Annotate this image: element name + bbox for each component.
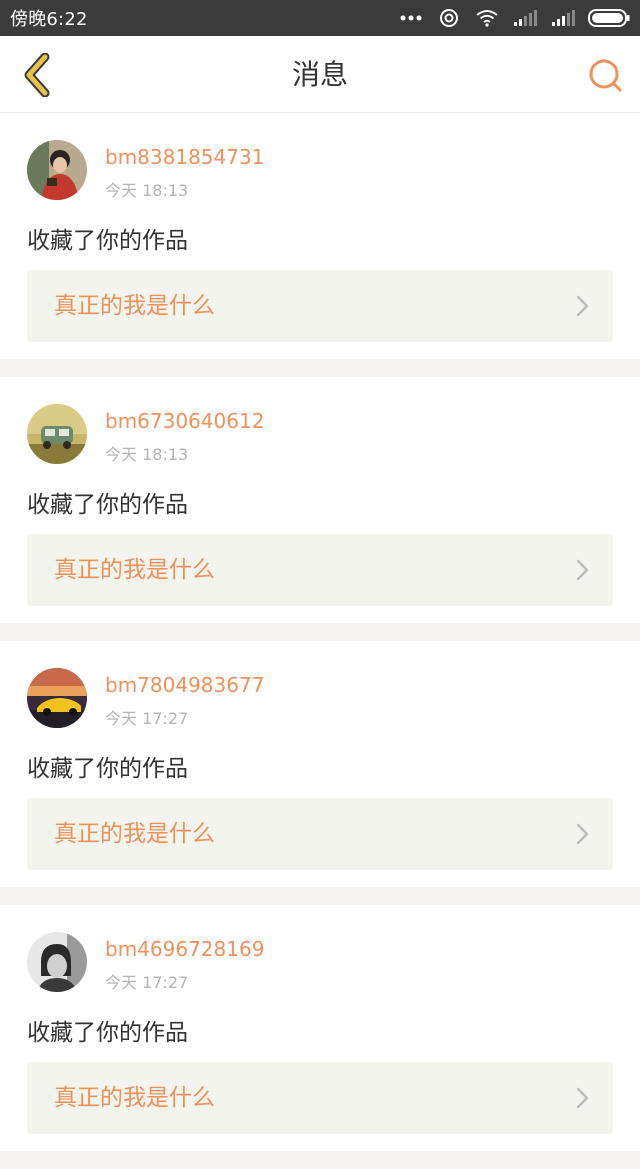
chevron-right-icon	[576, 823, 589, 845]
search-icon	[589, 59, 622, 92]
message-card: bm8381854731 今天 18:13 收藏了你的作品 真正的我是什么	[0, 113, 640, 359]
work-title: 真正的我是什么	[54, 821, 215, 847]
timestamp: 今天 17:27	[105, 709, 189, 728]
timestamp: 今天 18:13	[105, 445, 189, 464]
page-title: 消息	[291, 58, 348, 91]
avatar[interactable]	[27, 932, 87, 992]
work-link[interactable]: 真正的我是什么	[27, 798, 613, 870]
timestamp: 今天 17:27	[105, 973, 189, 992]
work-link[interactable]: 真正的我是什么	[27, 1062, 613, 1134]
wifi-icon	[474, 9, 500, 27]
action-text: 收藏了你的作品	[27, 756, 188, 782]
chevron-right-icon	[576, 559, 589, 581]
work-title: 真正的我是什么	[54, 557, 215, 583]
search-button[interactable]	[586, 56, 626, 96]
chevron-right-icon	[576, 295, 589, 317]
message-list: bm8381854731 今天 18:13 收藏了你的作品 真正的我是什么 bm…	[0, 113, 640, 1169]
message-card: bm7804983677 今天 17:27 收藏了你的作品 真正的我是什么	[0, 641, 640, 887]
username[interactable]: bm7804983677	[105, 673, 264, 697]
battery-icon	[588, 9, 630, 27]
work-title: 真正的我是什么	[54, 293, 215, 319]
hotspot-icon	[436, 9, 462, 27]
timestamp: 今天 18:13	[105, 181, 189, 200]
work-link[interactable]: 真正的我是什么	[27, 534, 613, 606]
message-card: bm4696728169 今天 17:27 收藏了你的作品 真正的我是什么	[0, 905, 640, 1151]
status-time: 傍晚6:22	[10, 9, 88, 30]
username[interactable]: bm8381854731	[105, 145, 264, 169]
action-text: 收藏了你的作品	[27, 492, 188, 518]
status-bar: 傍晚6:22	[0, 0, 640, 36]
work-link[interactable]: 真正的我是什么	[27, 270, 613, 342]
avatar[interactable]	[27, 140, 87, 200]
status-icons	[398, 9, 630, 27]
signal-icon	[550, 9, 576, 27]
message-card: bm6730640612 今天 18:13 收藏了你的作品 真正的我是什么	[0, 377, 640, 623]
username[interactable]: bm6730640612	[105, 409, 264, 433]
top-nav-bar: 消息	[0, 36, 640, 113]
action-text: 收藏了你的作品	[27, 228, 188, 254]
avatar[interactable]	[27, 668, 87, 728]
work-title: 真正的我是什么	[54, 1085, 215, 1111]
username[interactable]: bm4696728169	[105, 937, 264, 961]
signal-icon	[512, 9, 538, 27]
action-text: 收藏了你的作品	[27, 1020, 188, 1046]
chevron-right-icon	[576, 1087, 589, 1109]
avatar[interactable]	[27, 404, 87, 464]
more-dots-icon	[398, 9, 424, 27]
